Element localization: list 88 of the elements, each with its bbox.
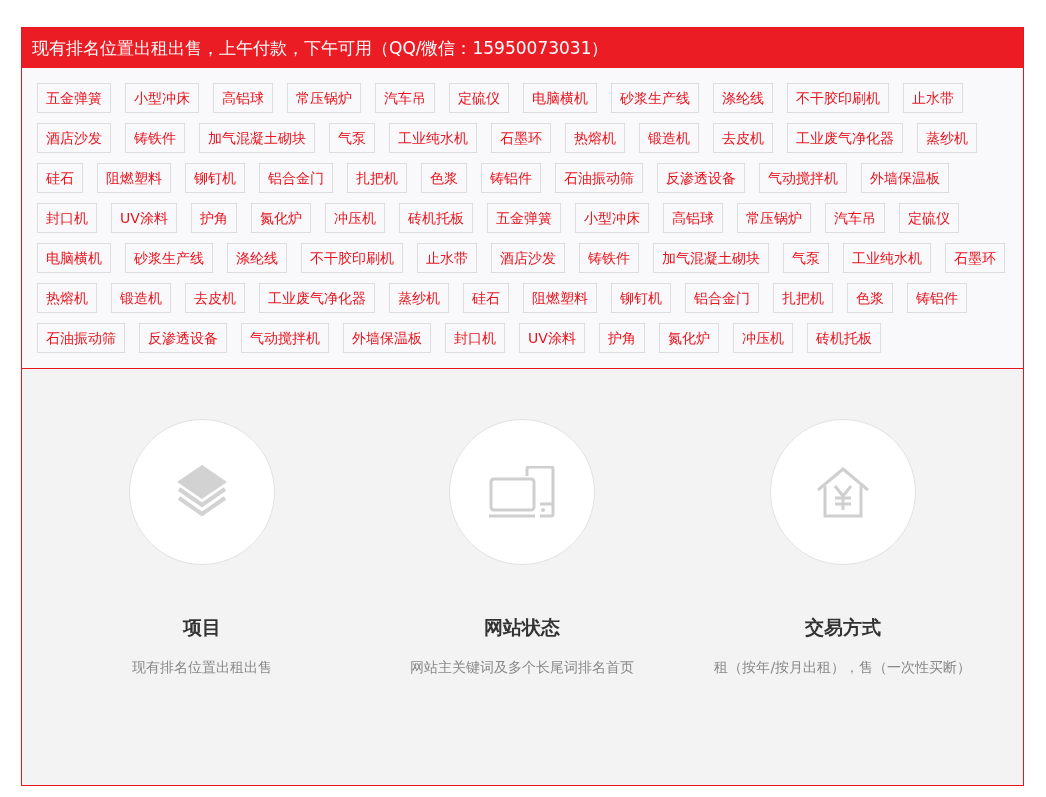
keyword-tag[interactable]: 外墙保温板	[861, 163, 949, 193]
house-yen-icon	[815, 466, 870, 518]
keyword-tag[interactable]: 砂浆生产线	[611, 83, 699, 113]
keyword-tag[interactable]: 气泵	[329, 123, 375, 153]
keyword-tag[interactable]: 工业废气净化器	[259, 283, 375, 313]
keyword-tag[interactable]: 外墙保温板	[343, 323, 431, 353]
keyword-tag[interactable]: 反渗透设备	[139, 323, 227, 353]
keyword-tag[interactable]: 去皮机	[185, 283, 245, 313]
keyword-tag[interactable]: 铸铁件	[579, 243, 639, 273]
keyword-tag[interactable]: 冲压机	[732, 323, 793, 353]
keyword-tag[interactable]: 电脑横机	[37, 243, 111, 273]
feature-description: 租（按年/按月出租），售（一次性买断）	[714, 658, 972, 677]
keyword-tag[interactable]: 去皮机	[713, 123, 773, 153]
keyword-tag[interactable]: 扎把机	[347, 163, 407, 193]
keyword-tag[interactable]: 砖机托板	[806, 323, 881, 353]
keyword-tag[interactable]: 护角	[598, 323, 645, 353]
keyword-tag[interactable]: 热熔机	[37, 283, 97, 313]
keyword-tag[interactable]: 酒店沙发	[37, 123, 111, 153]
keyword-tag[interactable]: 定硫仪	[449, 83, 509, 113]
feature-title: 项目	[183, 615, 222, 640]
keyword-tag[interactable]: 高铝球	[213, 83, 273, 113]
keyword-tag[interactable]: 铝合金门	[685, 283, 759, 313]
keyword-tag[interactable]: 阻燃塑料	[523, 283, 597, 313]
keyword-tag[interactable]: 不干胶印刷机	[301, 243, 403, 273]
keyword-tag[interactable]: 铸铝件	[907, 283, 967, 313]
keyword-tag[interactable]: 五金弹簧	[486, 203, 561, 233]
keyword-tag[interactable]: 涤纶线	[227, 243, 287, 273]
keyword-tag[interactable]: 石油振动筛	[37, 323, 125, 353]
keyword-tag[interactable]: 酒店沙发	[491, 243, 565, 273]
keyword-tag[interactable]: 色浆	[421, 163, 467, 193]
keyword-tag[interactable]: 气泵	[783, 243, 829, 273]
feature-description: 现有排名位置出租出售	[132, 658, 273, 677]
keyword-tag[interactable]: UV涂料	[519, 323, 585, 353]
keyword-tag[interactable]: 氮化炉	[658, 323, 719, 353]
keyword-tag[interactable]: 铝合金门	[259, 163, 333, 193]
keyword-tag[interactable]: 不干胶印刷机	[787, 83, 889, 113]
keyword-tag[interactable]: 扎把机	[773, 283, 833, 313]
feature-description: 网站主关键词及多个长尾词排名首页	[410, 658, 635, 677]
keyword-tag[interactable]: 工业纯水机	[843, 243, 931, 273]
keyword-tag[interactable]: 止水带	[903, 83, 963, 113]
keyword-tag[interactable]: UV涂料	[111, 203, 177, 233]
keyword-tag[interactable]: 封口机	[37, 203, 97, 233]
keyword-tag[interactable]: 定硫仪	[898, 203, 959, 233]
keyword-tag[interactable]: 工业废气净化器	[787, 123, 903, 153]
keyword-tag[interactable]: 热熔机	[565, 123, 625, 153]
keyword-tag[interactable]: 小型冲床	[574, 203, 649, 233]
keyword-tag[interactable]: 铸铝件	[481, 163, 541, 193]
keyword-tag[interactable]: 氮化炉	[250, 203, 311, 233]
keyword-tag[interactable]: 止水带	[417, 243, 477, 273]
keyword-tag[interactable]: 锻造机	[111, 283, 171, 313]
keyword-tag[interactable]: 硅石	[463, 283, 509, 313]
keyword-tag[interactable]: 小型冲床	[125, 83, 199, 113]
keyword-tag[interactable]: 五金弹簧	[37, 83, 111, 113]
keyword-tag[interactable]: 气动搅拌机	[759, 163, 847, 193]
keyword-tag[interactable]: 石墨环	[945, 243, 1005, 273]
keyword-tag[interactable]: 铸铁件	[125, 123, 185, 153]
keyword-tag[interactable]: 石墨环	[491, 123, 551, 153]
keyword-tag[interactable]: 加气混凝土砌块	[199, 123, 315, 153]
keyword-tag[interactable]: 加气混凝土砌块	[653, 243, 769, 273]
keyword-tag[interactable]: 锻造机	[639, 123, 699, 153]
feature-title: 交易方式	[804, 615, 881, 640]
keyword-tag[interactable]: 涤纶线	[713, 83, 773, 113]
keyword-tag[interactable]: 汽车吊	[375, 83, 435, 113]
keyword-tag[interactable]: 气动搅拌机	[241, 323, 329, 353]
keyword-tag[interactable]: 色浆	[847, 283, 893, 313]
keyword-tag[interactable]: 硅石	[37, 163, 83, 193]
keyword-tag[interactable]: 砂浆生产线	[125, 243, 213, 273]
keyword-tag[interactable]: 封口机	[445, 323, 505, 353]
keyword-tag[interactable]: 护角	[190, 203, 237, 233]
keyword-tag[interactable]: 汽车吊	[824, 203, 885, 233]
keyword-tag[interactable]: 蒸纱机	[917, 123, 977, 153]
keyword-tag[interactable]: 常压锅炉	[287, 83, 361, 113]
keyword-tag[interactable]: 铆钉机	[611, 283, 671, 313]
keyword-tag[interactable]: 反渗透设备	[657, 163, 745, 193]
keyword-tag[interactable]: 常压锅炉	[736, 203, 811, 233]
feature-title: 网站状态	[484, 615, 561, 640]
keyword-tag[interactable]: 冲压机	[324, 203, 385, 233]
keyword-tag[interactable]: 蒸纱机	[389, 283, 449, 313]
keyword-tag[interactable]: 砖机托板	[398, 203, 473, 233]
layers-icon	[177, 465, 228, 519]
keyword-tag[interactable]: 铆钉机	[185, 163, 245, 193]
keyword-tag[interactable]: 阻燃塑料	[97, 163, 171, 193]
keyword-tag[interactable]: 高铝球	[662, 203, 723, 233]
header-title: 现有排名位置出租出售，上午付款，下午可用（QQ/微信：15950073031）	[32, 36, 609, 60]
keyword-tag[interactable]: 石油振动筛	[555, 163, 643, 193]
devices-icon	[489, 466, 556, 518]
keyword-tag[interactable]: 电脑横机	[523, 83, 597, 113]
keyword-tag[interactable]: 工业纯水机	[389, 123, 477, 153]
